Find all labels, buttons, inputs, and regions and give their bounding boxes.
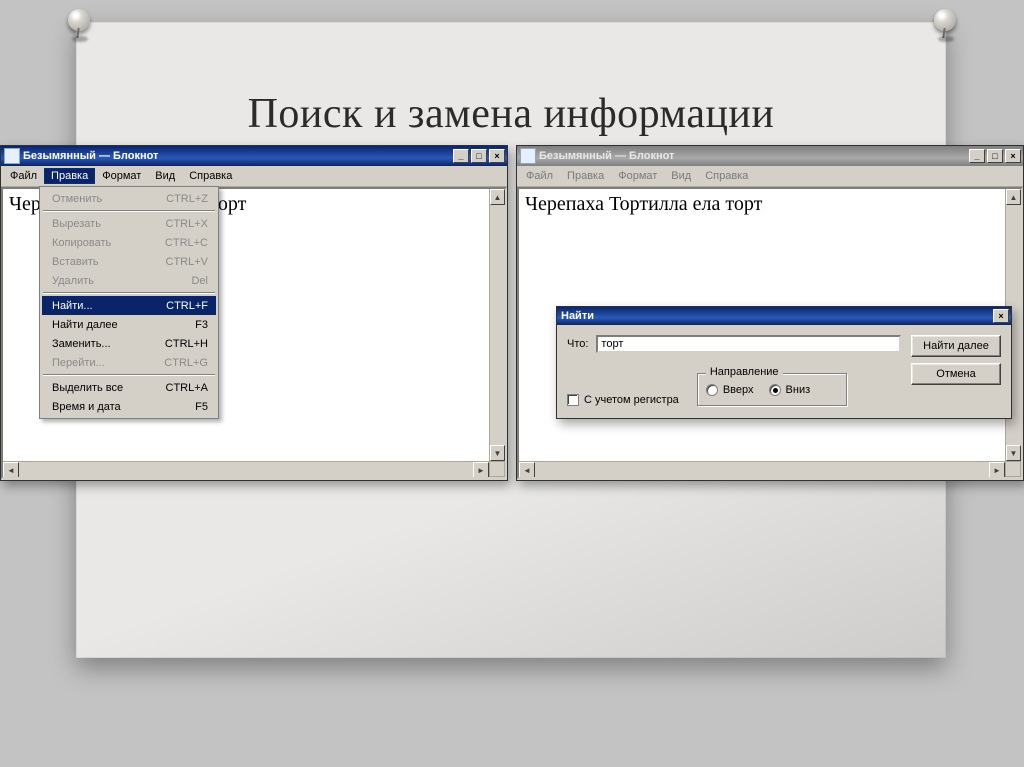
menu-item-label: Найти далее bbox=[52, 319, 175, 331]
find-dialog: Найти × Что: С учетом регистра Направлен… bbox=[556, 306, 1012, 419]
menubar: Файл Правка Формат Вид Справка bbox=[1, 166, 507, 187]
slide-title: Поиск и замена информации bbox=[76, 90, 946, 138]
scroll-left-button[interactable]: ◄ bbox=[3, 462, 19, 478]
scroll-up-button[interactable]: ▲ bbox=[1006, 189, 1021, 205]
radio-icon bbox=[706, 384, 718, 396]
menu-file[interactable]: Файл bbox=[519, 168, 560, 184]
menu-item-label: Заменить... bbox=[52, 338, 145, 350]
edit-menu-dropdown: Отменить CTRL+Z Вырезать CTRL+X Копировать CT… bbox=[39, 186, 219, 419]
menu-item-shortcut: CTRL+F bbox=[166, 300, 208, 312]
match-case-checkbox[interactable]: С учетом регистра bbox=[567, 394, 679, 406]
scrollbar-horizontal[interactable]: ◄ ► bbox=[3, 461, 489, 477]
menu-item-shortcut: CTRL+V bbox=[166, 256, 209, 268]
radio-icon bbox=[769, 384, 781, 396]
menu-edit[interactable]: Правка bbox=[560, 168, 611, 184]
scrollbar-horizontal[interactable]: ◄ ► bbox=[519, 461, 1005, 477]
menu-item-label: Время и дата bbox=[52, 401, 175, 413]
menu-item-shortcut: CTRL+X bbox=[166, 218, 209, 230]
menu-item-[interactable]: Время и дата F5 bbox=[42, 397, 216, 416]
menu-item-[interactable]: Найти далее F3 bbox=[42, 315, 216, 334]
match-case-label: С учетом регистра bbox=[584, 394, 679, 406]
menu-item-label: Перейти... bbox=[52, 357, 144, 369]
titlebar[interactable]: Безымянный — Блокнот _ □ × bbox=[1, 146, 507, 166]
direction-up-radio[interactable]: Вверх bbox=[706, 384, 754, 396]
menu-item-label: Вставить bbox=[52, 256, 146, 268]
menubar: Файл Правка Формат Вид Справка bbox=[517, 166, 1023, 187]
menu-item-: Удалить Del bbox=[42, 271, 216, 290]
scroll-right-button[interactable]: ► bbox=[989, 462, 1005, 478]
window-title: Безымянный — Блокнот bbox=[23, 150, 158, 162]
menu-item-label: Вырезать bbox=[52, 218, 146, 230]
dialog-titlebar[interactable]: Найти × bbox=[557, 307, 1011, 325]
app-icon bbox=[521, 149, 535, 163]
direction-legend: Направление bbox=[706, 366, 783, 378]
app-icon bbox=[5, 149, 19, 163]
dialog-title: Найти bbox=[561, 310, 594, 322]
close-button[interactable]: × bbox=[489, 149, 505, 163]
menu-edit[interactable]: Правка bbox=[44, 168, 95, 184]
menu-file[interactable]: Файл bbox=[3, 168, 44, 184]
close-button[interactable]: × bbox=[1005, 149, 1021, 163]
notepad-window-left: Безымянный — Блокнот _ □ × Файл Правка Ф… bbox=[0, 145, 508, 481]
scrollbar-vertical[interactable]: ▲ ▼ bbox=[489, 189, 505, 461]
menu-item-shortcut: Del bbox=[191, 275, 208, 287]
scroll-down-button[interactable]: ▼ bbox=[490, 445, 505, 461]
direction-up-label: Вверх bbox=[723, 384, 754, 396]
editor-text: Черепаха Тортилла ела торт bbox=[519, 189, 1021, 220]
menu-item-label: Найти... bbox=[52, 300, 146, 312]
menu-item-shortcut: CTRL+G bbox=[164, 357, 208, 369]
menu-item-[interactable]: Найти... CTRL+F bbox=[42, 296, 216, 315]
menu-item-: Перейти... CTRL+G bbox=[42, 353, 216, 372]
menu-help[interactable]: Справка bbox=[182, 168, 239, 184]
titlebar[interactable]: Безымянный — Блокнот _ □ × bbox=[517, 146, 1023, 166]
menu-item-[interactable]: Заменить... CTRL+H bbox=[42, 334, 216, 353]
find-what-label: Что: bbox=[567, 338, 588, 350]
maximize-button[interactable]: □ bbox=[987, 149, 1003, 163]
direction-down-radio[interactable]: Вниз bbox=[769, 384, 811, 396]
menu-item-label: Отменить bbox=[52, 193, 146, 205]
menu-item-shortcut: F5 bbox=[195, 401, 208, 413]
menu-item-shortcut: CTRL+C bbox=[165, 237, 208, 249]
minimize-button[interactable]: _ bbox=[453, 149, 469, 163]
window-title: Безымянный — Блокнот bbox=[539, 150, 674, 162]
scroll-up-button[interactable]: ▲ bbox=[490, 189, 505, 205]
pushpin-icon bbox=[928, 6, 962, 40]
close-button[interactable]: × bbox=[993, 309, 1009, 323]
checkbox-icon bbox=[567, 394, 579, 406]
menu-item-shortcut: CTRL+H bbox=[165, 338, 208, 350]
menu-item-: Вырезать CTRL+X bbox=[42, 214, 216, 233]
cancel-button[interactable]: Отмена bbox=[911, 363, 1001, 385]
menu-item-label: Удалить bbox=[52, 275, 171, 287]
menu-item-shortcut: F3 bbox=[195, 319, 208, 331]
menu-item-: Отменить CTRL+Z bbox=[42, 189, 216, 208]
menu-format[interactable]: Формат bbox=[611, 168, 664, 184]
menu-view[interactable]: Вид bbox=[148, 168, 182, 184]
find-next-button[interactable]: Найти далее bbox=[911, 335, 1001, 357]
find-what-input[interactable] bbox=[596, 335, 901, 353]
menu-item-: Копировать CTRL+C bbox=[42, 233, 216, 252]
menu-format[interactable]: Формат bbox=[95, 168, 148, 184]
direction-group: Направление Вверх Вниз bbox=[697, 373, 847, 406]
menu-item-shortcut: CTRL+Z bbox=[166, 193, 208, 205]
minimize-button[interactable]: _ bbox=[969, 149, 985, 163]
menu-view[interactable]: Вид bbox=[664, 168, 698, 184]
pushpin-icon bbox=[62, 6, 96, 40]
scroll-right-button[interactable]: ► bbox=[473, 462, 489, 478]
menu-item-label: Копировать bbox=[52, 237, 145, 249]
menu-item-[interactable]: Выделить все CTRL+A bbox=[42, 378, 216, 397]
menu-item-shortcut: CTRL+A bbox=[166, 382, 209, 394]
scroll-down-button[interactable]: ▼ bbox=[1006, 445, 1021, 461]
maximize-button[interactable]: □ bbox=[471, 149, 487, 163]
menu-item-: Вставить CTRL+V bbox=[42, 252, 216, 271]
resize-grip[interactable] bbox=[489, 461, 505, 477]
menu-item-label: Выделить все bbox=[52, 382, 146, 394]
menu-help[interactable]: Справка bbox=[698, 168, 755, 184]
scroll-left-button[interactable]: ◄ bbox=[519, 462, 535, 478]
direction-down-label: Вниз bbox=[786, 384, 811, 396]
resize-grip[interactable] bbox=[1005, 461, 1021, 477]
